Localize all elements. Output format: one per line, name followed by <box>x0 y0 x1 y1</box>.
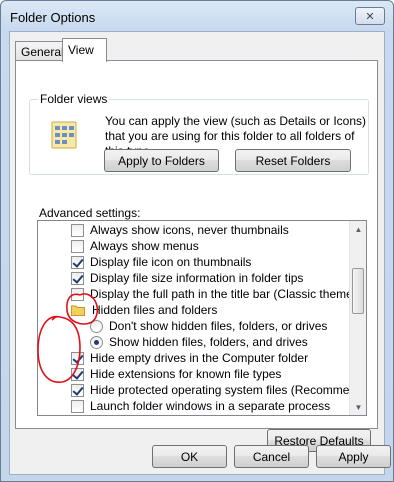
setting-label: Always show icons, never thumbnails <box>90 223 289 237</box>
advanced-setting-item[interactable]: Display the full path in the title bar (… <box>71 286 367 302</box>
setting-label: Don't show hidden files, folders, or dri… <box>109 319 328 333</box>
advanced-setting-item[interactable]: Display file icon on thumbnails <box>71 254 251 270</box>
advanced-setting-item[interactable]: Don't show hidden files, folders, or dri… <box>90 318 327 334</box>
advanced-group-header: Hidden files and folders <box>71 302 217 318</box>
dialog-client: General View Folder views You can apply … <box>9 31 391 475</box>
advanced-setting-item[interactable]: Hide protected operating system files (R… <box>71 382 367 398</box>
ok-button[interactable]: OK <box>152 445 227 468</box>
tab-view[interactable]: View <box>62 38 107 62</box>
tab-general-label: General <box>21 45 64 59</box>
folder-views-group: Folder views You can apply the view (suc… <box>29 92 369 175</box>
tab-general[interactable]: General <box>15 41 64 61</box>
folder-views-title: Folder views <box>38 92 110 106</box>
checkbox[interactable] <box>71 287 84 301</box>
radio-button[interactable] <box>90 319 103 333</box>
setting-label: Hide protected operating system files (R… <box>90 383 367 397</box>
advanced-setting-item[interactable]: Show hidden files, folders, and drives <box>90 334 308 350</box>
setting-label: Display file icon on thumbnails <box>90 255 252 269</box>
setting-label: Show hidden files, folders, and drives <box>109 335 308 349</box>
advanced-setting-item[interactable]: Launch folder windows in a separate proc… <box>71 398 330 414</box>
folder-views-icon <box>51 121 77 149</box>
advanced-setting-item[interactable]: Display file size information in folder … <box>71 270 303 286</box>
advanced-setting-item[interactable]: Hide extensions for known file types <box>71 366 281 382</box>
advanced-settings-scrollbar[interactable]: ▲ ▼ <box>349 221 366 415</box>
close-icon: ✕ <box>365 10 375 23</box>
advanced-settings-label: Advanced settings: <box>39 206 141 220</box>
setting-label: Display the full path in the title bar (… <box>90 287 367 301</box>
checkbox[interactable] <box>71 255 84 269</box>
scroll-up-icon[interactable]: ▲ <box>352 222 365 236</box>
setting-label: Always show menus <box>90 239 199 253</box>
advanced-setting-item[interactable]: Always show icons, never thumbnails <box>71 222 289 238</box>
title-bar[interactable]: Folder Options ✕ <box>1 1 393 31</box>
scroll-down-icon[interactable]: ▼ <box>352 400 365 414</box>
checkbox[interactable] <box>71 223 84 237</box>
setting-label: Hide extensions for known file types <box>90 367 282 381</box>
checkbox[interactable] <box>71 271 84 285</box>
checkbox[interactable] <box>71 367 84 381</box>
checkbox[interactable] <box>71 399 84 413</box>
scrollbar-thumb[interactable] <box>352 268 364 314</box>
advanced-setting-item[interactable]: Hide empty drives in the Computer folder <box>71 350 308 366</box>
window-title: Folder Options <box>10 10 96 25</box>
close-button[interactable]: ✕ <box>355 7 385 25</box>
advanced-settings-list: Always show icons, never thumbnails Alway… <box>37 220 367 416</box>
checkbox[interactable] <box>71 351 84 365</box>
setting-label: Hidden files and folders <box>92 303 218 317</box>
folder-options-window: Folder Options ✕ General View Folder vie… <box>0 0 394 482</box>
radio-button[interactable] <box>90 335 103 349</box>
checkbox[interactable] <box>71 239 84 253</box>
cancel-button[interactable]: Cancel <box>234 445 309 468</box>
setting-label: Launch folder windows in a separate proc… <box>90 399 331 413</box>
folder-icon <box>71 305 85 316</box>
apply-button[interactable]: Apply <box>316 445 391 468</box>
view-tab-panel: Folder views You can apply the view (suc… <box>15 60 378 452</box>
checkbox[interactable] <box>71 383 84 397</box>
tab-view-label: View <box>68 43 94 57</box>
advanced-setting-item[interactable]: Always show menus <box>71 238 199 254</box>
setting-label: Hide empty drives in the Computer folder <box>90 351 309 365</box>
apply-to-folders-button[interactable]: Apply to Folders <box>104 149 219 172</box>
setting-label: Display file size information in folder … <box>90 271 304 285</box>
reset-folders-button[interactable]: Reset Folders <box>235 149 351 172</box>
